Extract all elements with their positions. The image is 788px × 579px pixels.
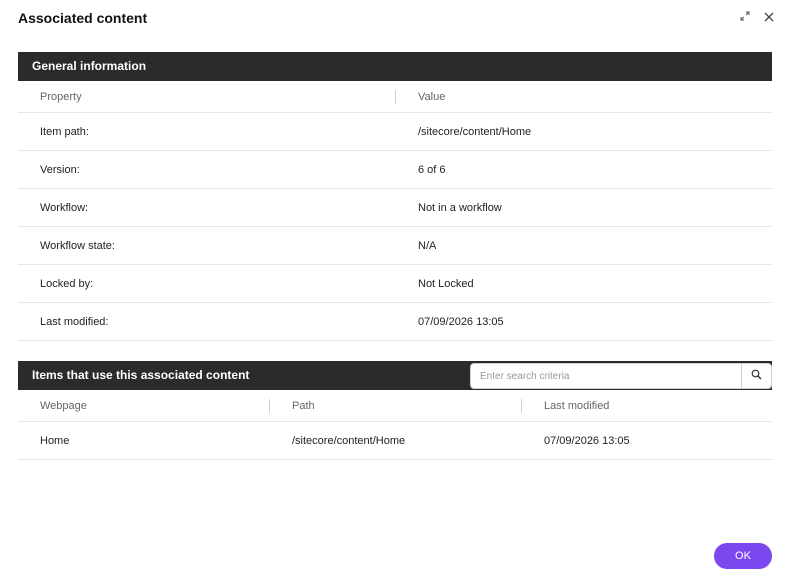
property-value: /sitecore/content/Home (418, 125, 532, 138)
column-header-path: Path (292, 399, 315, 412)
column-header-property: Property (40, 90, 82, 103)
column-separator (269, 399, 270, 413)
associated-content-dialog: Associated content General information P… (0, 0, 788, 579)
table-row: Workflow: Not in a workflow (18, 189, 772, 227)
table-row: Version: 6 of 6 (18, 151, 772, 189)
path-cell: /sitecore/content/Home (292, 434, 406, 447)
column-separator (395, 90, 396, 104)
webpage-cell: Home (40, 434, 70, 447)
table-header-row: Webpage Path Last modified (18, 390, 772, 422)
dialog-header-actions (740, 10, 774, 24)
table-header-row: Property Value (18, 81, 772, 113)
property-value: 07/09/2026 13:05 (418, 315, 504, 328)
property-label: Version: (40, 163, 80, 176)
table-row: Last modified: 07/09/2026 13:05 (18, 303, 772, 341)
column-header-value: Value (418, 90, 446, 103)
property-label: Last modified: (40, 315, 109, 328)
table-row: Workflow state: N/A (18, 227, 772, 265)
dialog-title: Associated content (18, 10, 148, 26)
last-modified-cell: 07/09/2026 13:05 (544, 434, 630, 447)
property-value: Not in a workflow (418, 201, 502, 214)
ok-button[interactable]: OK (714, 543, 772, 569)
table-row: Item path: /sitecore/content/Home (18, 113, 772, 151)
search-input[interactable] (471, 370, 741, 382)
property-value: N/A (418, 239, 437, 252)
column-header-last-modified: Last modified (544, 399, 610, 412)
property-label: Item path: (40, 125, 89, 138)
expand-icon[interactable] (740, 11, 750, 24)
search-button[interactable] (741, 364, 771, 388)
search-box (470, 363, 772, 389)
property-label: Workflow state: (40, 239, 115, 252)
general-information-table: Property Value Item path: /sitecore/cont… (18, 81, 772, 341)
table-row: Locked by: Not Locked (18, 265, 772, 303)
general-information-header: General information (18, 52, 772, 81)
property-label: Workflow: (40, 201, 89, 214)
column-header-webpage: Webpage (40, 399, 87, 412)
property-value: Not Locked (418, 277, 474, 290)
search-icon (751, 367, 762, 385)
column-separator (521, 399, 522, 413)
items-table: Webpage Path Last modified Home /sitecor… (18, 390, 772, 460)
close-icon[interactable] (764, 10, 774, 24)
table-row[interactable]: Home /sitecore/content/Home 07/09/2026 1… (18, 422, 772, 460)
property-label: Locked by: (40, 277, 94, 290)
property-value: 6 of 6 (418, 163, 446, 176)
